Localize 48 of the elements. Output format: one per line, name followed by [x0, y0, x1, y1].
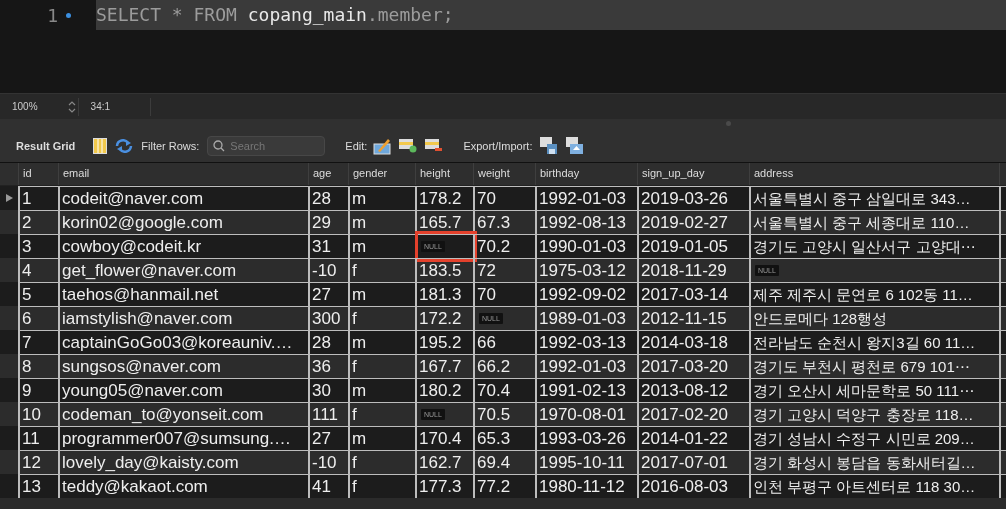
table-row[interactable]: 12 lovely_day@kaisty.com -10 f 162.7 69.4 1995-10-11 2017-07-01 경기 화성시 봉담읍 동화새터길… [0, 450, 1006, 474]
delete-row-icon[interactable] [425, 138, 444, 153]
statement-dot-icon [66, 12, 71, 18]
table-row[interactable]: 8 sungsos@naver.com 36 f 167.7 66.2 1992-01-03 2017-03-20 경기도 부천시 평천로 679 101⋯ [0, 354, 1006, 378]
edit-label: Edit: [345, 139, 368, 152]
column-header[interactable]: weight [473, 163, 535, 185]
birthday-cell: 1980-11-12 [535, 474, 637, 498]
table-row[interactable]: 7 captainGoGo03@koreauniv.… 28 m 195.2 66 1992-03-13 2014-03-18 전라남도 순천시 왕지3길 60 11… [0, 330, 1006, 354]
address-cell: 인천 부평구 아트센터로 118 30… [749, 474, 999, 498]
column-header[interactable]: email [58, 163, 308, 185]
table-row[interactable]: 9 young05@naver.com 30 m 180.2 70.4 1991-02-13 2013-08-12 경기 오산시 세마문학로 50 111⋯ [0, 378, 1006, 402]
sql-query: SELECT * FROM copang_main.member; [96, 0, 1006, 30]
weight-cell: 77.2 [473, 474, 535, 498]
search-icon [213, 139, 226, 152]
table-row[interactable]: 5 taehos@hanmail.net 27 m 181.3 70 1992-09-02 2017-03-14 제주 제주시 문연로 6 102동 11… [0, 282, 1006, 306]
cursor-position: 34:1 [89, 101, 112, 112]
table-row[interactable]: 1 codeit@naver.com 28 m 178.2 70 1992-01-03 2019-03-26 서울특별시 중구 삼일대로 343… [0, 186, 1006, 210]
current-row-icon [5, 194, 13, 202]
column-header[interactable]: height [415, 163, 473, 185]
gender-cell: f [348, 474, 415, 498]
column-header[interactable]: id [18, 163, 58, 185]
search-field[interactable]: Search [207, 135, 326, 156]
column-header[interactable]: birthday [535, 163, 637, 185]
splitter-handle[interactable] [725, 121, 731, 126]
age-cell: 41 [308, 474, 348, 498]
import-icon[interactable] [566, 136, 585, 155]
sign-up-day-cell: 2016-08-03 [637, 474, 749, 498]
stepper-icon[interactable] [67, 99, 76, 114]
id-cell: 13 [18, 474, 58, 498]
email-cell: teddy@kakaot.com [58, 474, 308, 498]
add-row-icon[interactable] [399, 138, 418, 153]
export-icon[interactable] [540, 136, 559, 155]
table-row[interactable]: 11 programmer007@sumsung.… 27 m 170.4 65.3 1993-03-26 2014-01-22 경기 성남시 수정구 시민로 209… [0, 426, 1006, 450]
zoom-level: 100% [11, 101, 39, 112]
result-grid-title: Result Grid [15, 139, 76, 152]
filter-rows-label: Filter Rows: [141, 139, 200, 152]
line-number: 1 [46, 4, 58, 26]
export-import-label: Export/Import: [463, 139, 533, 152]
column-header[interactable]: sign_up_day [637, 163, 749, 185]
height-cell: 177.3 [415, 474, 473, 498]
column-header[interactable]: age [308, 163, 348, 185]
table-row[interactable]: 13 teddy@kakaot.com 41 f 177.3 77.2 1980-11-12 2016-08-03 인천 부평구 아트센터로 118 30… [0, 474, 1006, 498]
edit-pencil-icon[interactable] [373, 136, 392, 155]
grid-columns-icon[interactable] [93, 137, 108, 154]
table-row[interactable]: 2 korin02@google.com 29 m 165.7 67.3 1992-08-13 2019-02-27 서울특별시 중구 세종대로 110… [0, 210, 1006, 234]
refresh-icon[interactable] [115, 138, 134, 153]
column-header[interactable]: gender [348, 163, 415, 185]
column-header[interactable]: address [749, 163, 999, 185]
